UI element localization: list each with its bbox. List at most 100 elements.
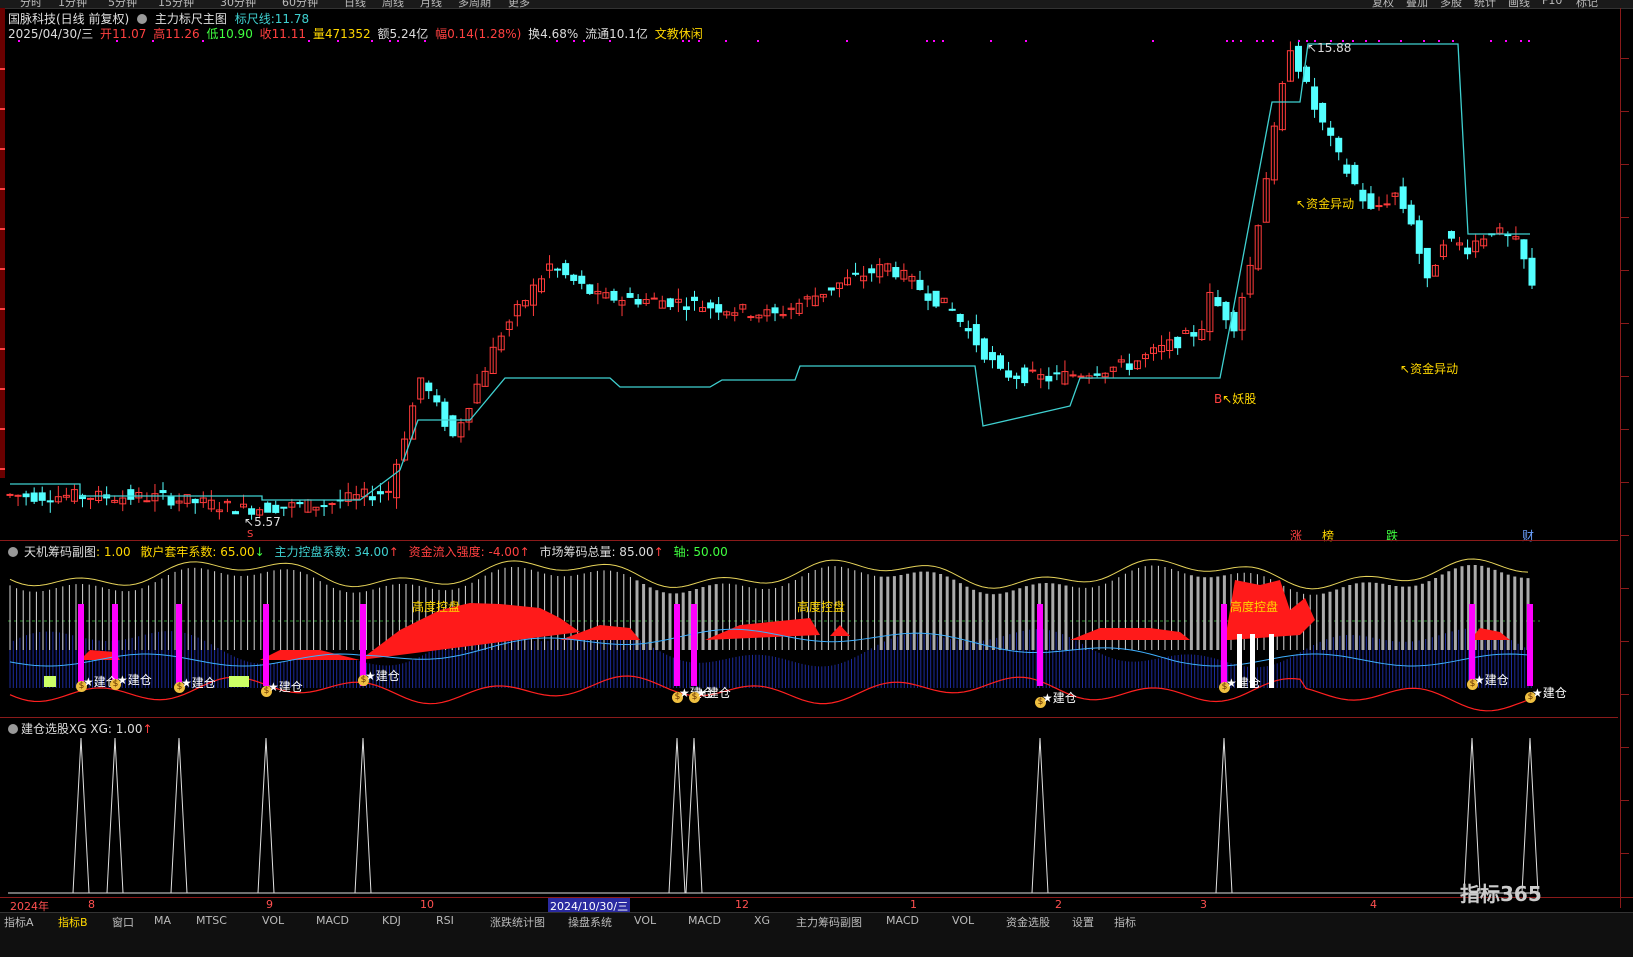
axis-tick [1621, 111, 1629, 112]
candle-body [1383, 203, 1391, 206]
brand-logo: 指标365 [1460, 882, 1542, 906]
build-label: ★建仓 [1042, 691, 1077, 705]
panel-separator [0, 540, 1618, 541]
s-mark: S [247, 529, 254, 540]
candle-body [868, 268, 876, 274]
float-label: 流通 [585, 27, 610, 41]
build-label: ★建仓 [1474, 673, 1509, 687]
white-signal-bar [1269, 634, 1274, 688]
indicator-tab[interactable]: 指标B [58, 914, 88, 930]
sub1-name[interactable]: 天机筹码副图 [24, 545, 96, 559]
sub1-axis: 轴: 50.00 [673, 545, 728, 559]
indicator-tab[interactable]: 主力筹码副图 [796, 914, 862, 930]
indicator-tab[interactable]: 资金选股 [1006, 914, 1050, 930]
panel-separator [0, 717, 1618, 718]
quote-date: 2025/04/30/三 [8, 27, 94, 41]
badge-rise[interactable]: 涨 [1290, 527, 1302, 544]
indicator-tab[interactable]: 操盘系统 [568, 914, 612, 930]
candle-body [167, 496, 175, 506]
indicator-tab[interactable]: MACD [886, 914, 919, 927]
indicator-settings-icon[interactable] [137, 14, 148, 24]
signal-dot [1365, 40, 1367, 42]
indicator-tab[interactable]: MTSC [196, 914, 227, 927]
indicator-tab[interactable]: RSI [436, 914, 454, 927]
candle-body [1447, 231, 1455, 239]
candle-body [916, 279, 924, 291]
axis-tick [1621, 641, 1629, 642]
ruler-line [10, 43, 1530, 501]
candle-body [1222, 301, 1230, 321]
build-label: ★建仓 [268, 680, 303, 694]
candle-body [892, 267, 900, 278]
stock-name[interactable]: 国脉科技(日线 前复权) [8, 12, 129, 26]
indicator-tab[interactable]: 涨跌统计图 [490, 914, 545, 930]
indicator-tab[interactable]: VOL [262, 914, 284, 927]
demon-stock-label: B↖妖股 [1214, 392, 1257, 406]
candle-body [852, 272, 860, 275]
xg-spike [72, 737, 90, 894]
price-axis[interactable] [1620, 8, 1633, 908]
time-axis: 2024年 8 9 10 2024/10/30/三 12 1 2 3 4 [0, 897, 1633, 914]
xg-spike [257, 737, 275, 894]
signal-dot [1438, 40, 1440, 42]
indicator-tab[interactable]: 指标 [1114, 914, 1136, 930]
candle-body [997, 355, 1005, 369]
indicator-tab[interactable]: MACD [688, 914, 721, 927]
indicator-tab[interactable]: VOL [634, 914, 656, 927]
low-price-label: ↖5.57 [244, 515, 281, 529]
axis-tick [1621, 323, 1629, 324]
candle-body [626, 293, 634, 298]
main-indicator-name[interactable]: 主力标尺主图 [155, 12, 227, 26]
badge-rank[interactable]: 榜 [1322, 527, 1334, 544]
bottom-indicator-tabs: 指标A 指标B 窗口 MA MTSC VOL MACD KDJ RSI 涨跌统计图 操盘系统 VOL M… [0, 912, 1633, 957]
badge-fall[interactable]: 跌 [1386, 527, 1398, 544]
signal-dot [846, 40, 848, 42]
signal-dot [1528, 40, 1530, 42]
candle-body [1528, 257, 1536, 286]
xg-spike [685, 737, 703, 894]
indicator-tab[interactable]: KDJ [382, 914, 401, 927]
badge-finance[interactable]: 财 [1522, 527, 1534, 544]
axis-tick [1621, 588, 1629, 589]
sub2-settings-icon[interactable] [8, 724, 18, 734]
indicator-tab[interactable]: MACD [316, 914, 349, 927]
candle-body [1077, 375, 1085, 378]
sub1-main-control: 主力控盘系数: 34.00 [274, 545, 389, 559]
indicator-tab[interactable]: MA [154, 914, 171, 927]
close-label: 收 [259, 27, 272, 41]
candle-body [1407, 204, 1415, 225]
xg-spike [354, 737, 372, 894]
candle-body [1125, 363, 1133, 370]
time-axis-label: 4 [1370, 898, 1377, 911]
indicator-tab[interactable]: 窗口 [112, 914, 134, 930]
indicator-tab[interactable]: 指标A [4, 914, 34, 930]
candle-body [650, 297, 658, 300]
sub1-retail: 散户套牢系数: 65.00 [140, 545, 255, 559]
axis-tick [1621, 164, 1629, 165]
vol-value: 471352 [324, 27, 371, 41]
candle-body [1504, 234, 1512, 237]
sub1-settings-icon[interactable] [8, 547, 18, 557]
indicator-tab[interactable]: 设置 [1072, 914, 1094, 930]
candle-body [1415, 220, 1423, 254]
indicator-tab[interactable]: XG [754, 914, 770, 927]
high-control-label-3: 高度控盘 [1230, 600, 1279, 614]
time-axis-label: 9 [266, 898, 273, 911]
candle-body [1190, 332, 1198, 337]
build-signal-bar [674, 604, 680, 686]
fund-move-label-2: ↖资金异动 [1400, 362, 1459, 376]
build-label: ★建仓 [181, 676, 216, 690]
sector-label[interactable]: 文教休闲 [655, 27, 703, 41]
build-signal-bar [263, 604, 269, 686]
candle-body [715, 304, 723, 313]
candle-body [1029, 369, 1037, 372]
close-value: 11.11 [271, 27, 307, 41]
indicator-tab[interactable]: VOL [952, 914, 974, 927]
sub2-name[interactable]: 建仓选股XG [21, 722, 87, 736]
candle-body [771, 307, 779, 314]
axis-tick [1621, 376, 1629, 377]
xg-spike [170, 737, 188, 894]
chart-canvas [6, 39, 1540, 894]
signal-dot [1490, 40, 1492, 42]
candle-body [562, 263, 570, 276]
